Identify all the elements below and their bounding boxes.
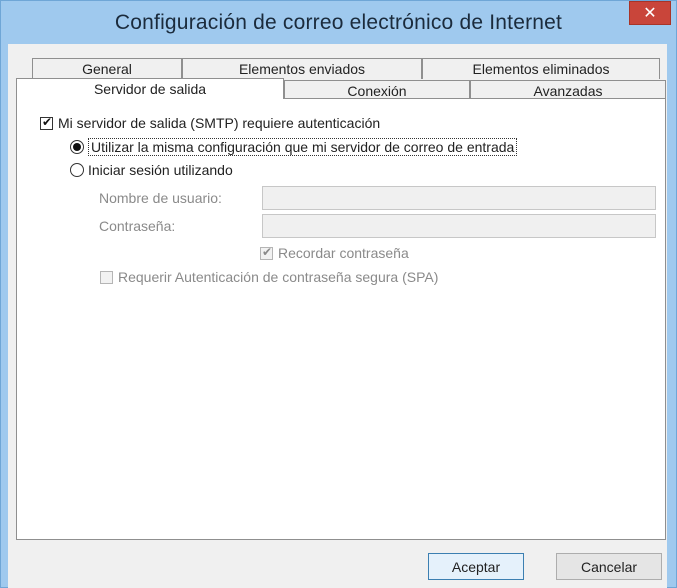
close-icon: ✕ [643, 3, 657, 22]
spa-checkbox[interactable]: Requerir Autenticación de contraseña seg… [100, 269, 438, 285]
checkbox-box[interactable] [100, 271, 113, 284]
tab-general[interactable]: General [32, 58, 182, 79]
tab-elementos-enviados[interactable]: Elementos enviados [182, 58, 422, 79]
spa-label: Requerir Autenticación de contraseña seg… [118, 269, 439, 285]
cancel-button[interactable]: Cancelar [556, 553, 662, 580]
tab-avanzadas[interactable]: Avanzadas [470, 80, 666, 99]
tab-elementos-eliminados[interactable]: Elementos eliminados [422, 58, 660, 79]
remember-password-checkbox[interactable]: ✔ Recordar contraseña [260, 245, 409, 261]
tab-label: General [82, 61, 132, 77]
tab-label: Avanzadas [533, 83, 603, 99]
close-button[interactable]: ✕ [629, 1, 671, 25]
checkbox-box[interactable]: ✔ [40, 115, 53, 130]
check-icon: ✔ [42, 115, 53, 129]
tab-panel-servidor-de-salida: ✔ Mi servidor de salida (SMTP) requiere a… [16, 98, 666, 540]
tab-servidor-de-salida[interactable]: Servidor de salida [16, 78, 284, 99]
username-input[interactable] [262, 186, 656, 210]
tab-label: Elementos eliminados [472, 61, 610, 77]
check-icon: ✔ [262, 245, 273, 259]
tab-label: Conexión [347, 83, 407, 99]
tab-label: Elementos enviados [238, 61, 366, 77]
radio-button[interactable] [70, 163, 84, 177]
requires-auth-checkbox[interactable]: ✔ Mi servidor de salida (SMTP) requiere a… [40, 115, 380, 131]
title-bar[interactable]: Configuración de correo electrónico de I… [1, 1, 676, 45]
password-input[interactable] [262, 214, 656, 238]
radio-button-selected[interactable] [70, 140, 84, 154]
radio-dot-icon [73, 143, 81, 151]
requires-auth-label: Mi servidor de salida (SMTP) requiere au… [58, 115, 381, 131]
tab-label: Servidor de salida [93, 81, 207, 97]
tab-conexion[interactable]: Conexión [284, 80, 470, 99]
ok-button[interactable]: Aceptar [428, 553, 524, 580]
password-label: Contraseña: [99, 218, 176, 234]
radio-same-settings[interactable]: Utilizar la misma configuración que mi s… [70, 138, 518, 156]
radio-login-using-label: Iniciar sesión utilizando [88, 162, 233, 178]
remember-password-label: Recordar contraseña [278, 245, 409, 261]
checkbox-box[interactable]: ✔ [260, 245, 273, 260]
radio-same-settings-label: Utilizar la misma configuración que mi s… [88, 138, 518, 156]
username-label: Nombre de usuario: [99, 190, 222, 206]
window-title: Configuración de correo electrónico de I… [114, 11, 563, 34]
radio-login-using[interactable]: Iniciar sesión utilizando [70, 162, 233, 178]
